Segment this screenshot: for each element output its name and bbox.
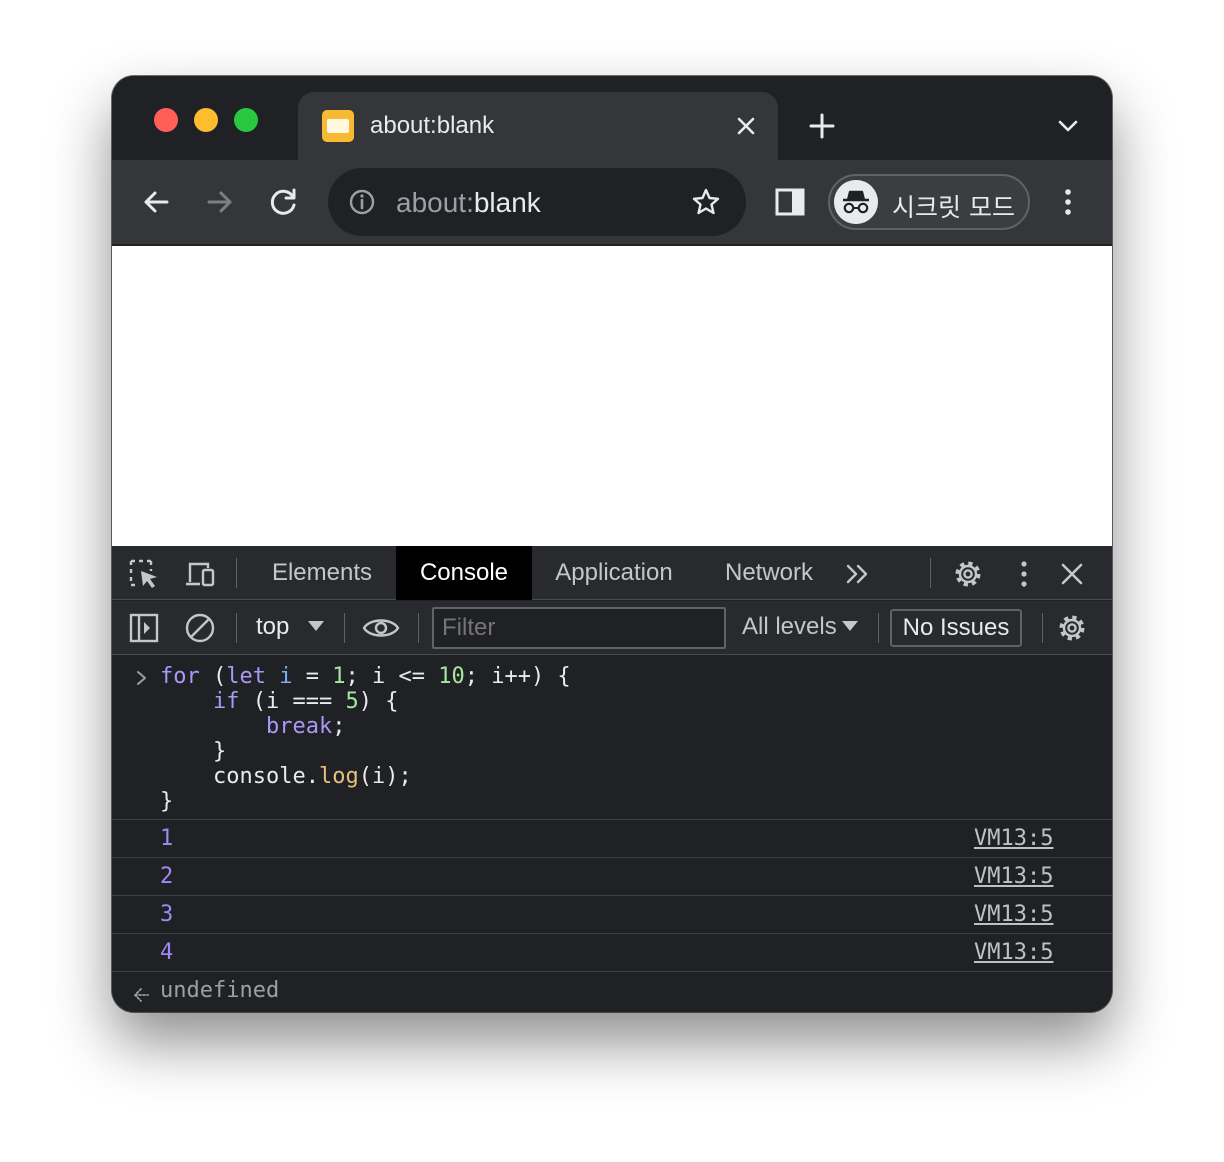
code-token: i [279, 664, 293, 689]
bookmark-star-icon[interactable] [690, 186, 722, 218]
code-token: log [318, 764, 359, 789]
page-favicon-icon [322, 110, 354, 142]
minimize-window-button[interactable] [194, 108, 218, 132]
devtools-panel: Elements Console Application Network top… [112, 546, 1112, 1012]
levels-dropdown-caret-icon[interactable] [842, 621, 858, 631]
toolbar-divider [418, 613, 419, 643]
devtools-tab-bar: Elements Console Application Network [112, 546, 1112, 600]
tab-application[interactable]: Application [536, 546, 692, 600]
log-row: 2 VM13:5 [112, 858, 1112, 896]
code-token: if [212, 689, 240, 714]
tab-console[interactable]: Console [396, 546, 532, 600]
toolbar-divider [1042, 613, 1043, 643]
context-dropdown-caret-icon[interactable] [308, 621, 324, 631]
toolbar-divider [930, 558, 931, 588]
log-value: 1 [160, 826, 174, 851]
code-line: } [160, 739, 227, 764]
side-panel-icon[interactable] [772, 184, 808, 220]
url-path: blank [473, 187, 541, 218]
result-value: undefined [160, 978, 280, 1003]
code-block[interactable]: for (let i = 1; i <= 10; i++) { if (i ==… [160, 664, 571, 814]
code-token: 10 [438, 664, 465, 689]
toolbar-divider [878, 613, 879, 643]
more-tabs-chevron-icon[interactable] [842, 558, 874, 590]
sidebar-toggle-icon[interactable] [128, 612, 160, 644]
device-toolbar-icon[interactable] [184, 558, 216, 590]
more-menu-icon[interactable] [1050, 184, 1086, 220]
url-scheme: about: [396, 187, 474, 218]
close-devtools-icon[interactable] [1056, 558, 1088, 590]
toolbar-divider [344, 613, 345, 643]
console-output[interactable]: for (let i = 1; i <= 10; i++) { if (i ==… [112, 656, 1112, 1012]
log-row: 4 VM13:5 [112, 934, 1112, 972]
code-line: break; [265, 714, 346, 739]
console-toolbar: top All levels No Issues [112, 601, 1112, 655]
context-selector[interactable]: top [256, 613, 289, 641]
result-row: undefined [112, 974, 1112, 1012]
clear-console-icon[interactable] [184, 612, 216, 644]
code-line: } [160, 789, 174, 814]
log-value: 2 [160, 864, 174, 889]
return-arrow-icon [134, 988, 149, 1002]
code-line: if (i === 5) { [212, 689, 399, 714]
tab-title: about:blank [370, 112, 495, 139]
toolbar-divider [236, 558, 237, 588]
prompt-chevron-icon [137, 671, 146, 685]
code-line: for (let i = 1; i <= 10; i++) { [160, 664, 571, 689]
info-icon[interactable] [348, 188, 376, 216]
log-row: 3 VM13:5 [112, 896, 1112, 934]
close-icon[interactable] [730, 110, 762, 142]
settings-gear-icon[interactable] [952, 558, 984, 590]
tab-elements[interactable]: Elements [252, 546, 392, 600]
code-token: break [265, 714, 333, 739]
incognito-label: 시크릿 모드 [892, 193, 1015, 222]
live-expression-eye-icon[interactable] [362, 611, 400, 645]
code-token: for [160, 664, 200, 689]
page-content[interactable] [112, 246, 1112, 546]
log-source-link[interactable]: VM13:5 [974, 940, 1053, 965]
address-bar[interactable]: about:blank [328, 168, 746, 236]
reload-icon[interactable] [266, 184, 302, 220]
tab-about-blank[interactable]: about:blank [298, 92, 778, 164]
forward-arrow-icon[interactable] [202, 184, 238, 220]
log-source-link[interactable]: VM13:5 [974, 826, 1053, 851]
address-text[interactable]: about:blank [396, 187, 541, 219]
code-line: console.log(i); [160, 764, 412, 789]
tab-strip: about:blank [112, 76, 1112, 164]
back-arrow-icon[interactable] [138, 184, 174, 220]
log-source-link[interactable]: VM13:5 [974, 902, 1053, 927]
code-token: 5 [345, 689, 359, 714]
customize-menu-icon[interactable] [1008, 558, 1040, 590]
log-levels-dropdown[interactable]: All levels [742, 613, 837, 641]
new-tab-icon[interactable] [806, 110, 838, 142]
log-value: 3 [160, 902, 174, 927]
browser-toolbar: about:blank 시크릿 모드 [112, 160, 1112, 244]
zoom-window-button[interactable] [234, 108, 258, 132]
code-token: let [226, 664, 266, 689]
tab-network[interactable]: Network [704, 546, 834, 600]
issues-button[interactable]: No Issues [890, 609, 1022, 647]
incognito-icon [834, 180, 878, 224]
chevron-down-icon[interactable] [1054, 112, 1082, 140]
console-settings-gear-icon[interactable] [1056, 612, 1088, 644]
log-value: 4 [160, 940, 174, 965]
console-input-entry: for (let i = 1; i <= 10; i++) { if (i ==… [112, 656, 1112, 820]
incognito-badge[interactable]: 시크릿 모드 [828, 174, 1030, 230]
close-window-button[interactable] [154, 108, 178, 132]
log-source-link[interactable]: VM13:5 [974, 864, 1053, 889]
toolbar-divider [236, 613, 237, 643]
browser-window: about:blank about:blank 시크릿 모드 Elements … [112, 76, 1112, 1012]
code-token: 1 [332, 664, 346, 689]
inspect-element-icon[interactable] [128, 558, 160, 590]
filter-input[interactable] [432, 607, 726, 649]
log-row: 1 VM13:5 [112, 820, 1112, 858]
